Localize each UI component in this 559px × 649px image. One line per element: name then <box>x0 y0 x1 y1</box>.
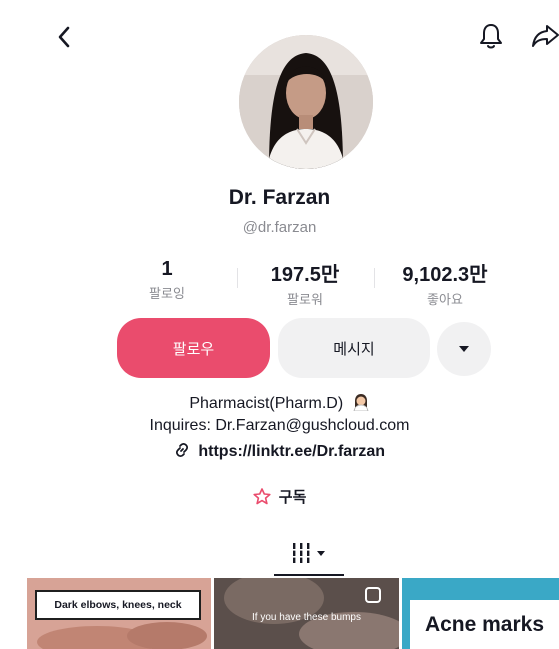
grid-icon <box>290 543 325 563</box>
message-button[interactable]: 메시지 <box>278 318 430 378</box>
bio-title: Pharmacist(Pharm.D) <box>189 395 344 412</box>
share-button[interactable] <box>528 20 559 52</box>
likes-count: 9,102.3만 <box>402 264 488 286</box>
likes-label: 좋아요 <box>427 292 463 307</box>
stat-divider <box>237 268 238 288</box>
avatar[interactable] <box>239 35 373 169</box>
share-icon <box>532 25 559 47</box>
bell-icon <box>480 24 502 49</box>
bio-contact: Inquires: Dr.Farzan@gushcloud.com <box>149 417 410 434</box>
video-thumbnail[interactable]: If you have these bumps <box>214 578 399 649</box>
follow-button[interactable]: 팔로우 <box>117 318 270 378</box>
subscribe-button[interactable]: 구독 <box>0 486 559 507</box>
videos-tab[interactable] <box>285 540 335 566</box>
profile-name: Dr. Farzan <box>228 186 331 209</box>
thumbnail-caption: Dark elbows, knees, neck <box>35 590 201 620</box>
following-stat[interactable]: 1 팔로잉 <box>102 258 232 302</box>
notification-bell-button[interactable] <box>476 20 506 52</box>
stat-divider <box>374 268 375 288</box>
thumbnail-caption: Acne marks <box>410 600 559 649</box>
following-label: 팔로잉 <box>149 286 185 301</box>
subscribe-label: 구독 <box>278 489 307 506</box>
followers-label: 팔로워 <box>287 292 323 307</box>
pharmacist-emoji-icon <box>353 394 369 412</box>
tab-indicator <box>274 574 344 576</box>
more-options-button[interactable] <box>437 322 491 376</box>
chevron-left-icon <box>58 26 70 48</box>
link-icon <box>175 442 188 458</box>
following-count: 1 <box>161 258 173 280</box>
bio-line: Pharmacist(Pharm.D) <box>0 393 559 413</box>
followers-count: 197.5만 <box>270 264 340 286</box>
profile-handle: @dr.farzan <box>242 219 317 236</box>
followers-stat[interactable]: 197.5만 팔로워 <box>240 258 370 308</box>
profile-photo <box>239 35 373 169</box>
back-button[interactable] <box>50 22 78 52</box>
star-icon <box>253 488 271 505</box>
bio-link[interactable]: https://linktr.ee/Dr.farzan <box>0 442 559 461</box>
likes-stat[interactable]: 9,102.3만 좋아요 <box>380 258 510 308</box>
caret-down-icon <box>459 346 469 352</box>
video-thumbnail[interactable]: Acne marks <box>402 578 559 649</box>
video-thumbnail[interactable]: Dark elbows, knees, neck <box>27 578 211 649</box>
bio-link-text: https://linktr.ee/Dr.farzan <box>198 443 386 460</box>
thumbnail-caption: If you have these bumps <box>252 612 361 623</box>
